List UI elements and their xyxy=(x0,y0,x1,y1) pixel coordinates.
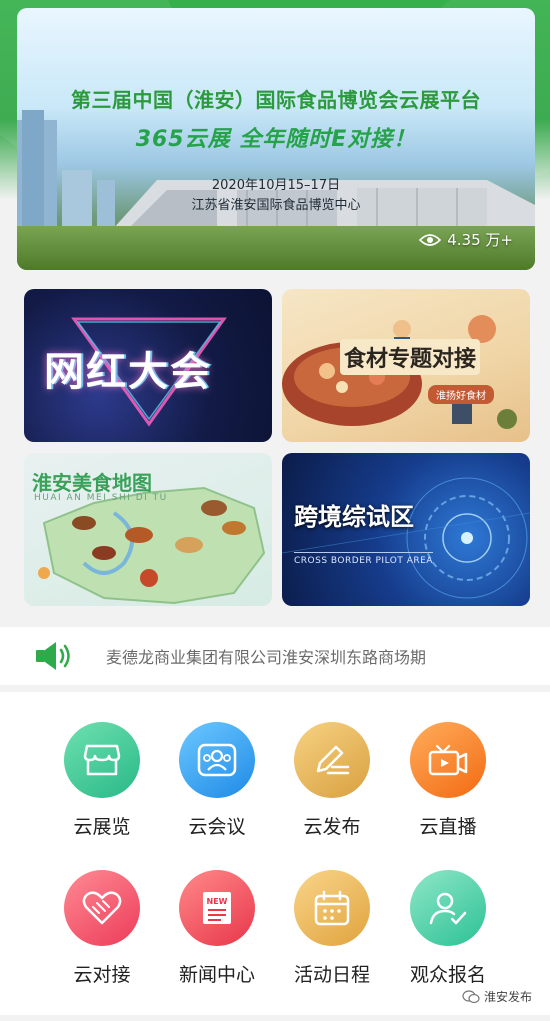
tile-ingredient-matchmaking[interactable]: 食材专题对接 淮扬好食材 xyxy=(282,289,530,442)
tile-label: 淮安美食地图 xyxy=(32,471,152,495)
tile-food-map[interactable]: 淮安美食地图 HUAI AN MEI SHI DI TU xyxy=(24,453,272,606)
eye-icon xyxy=(419,233,442,246)
service-icon-circle xyxy=(410,870,486,946)
news-icon: NEW xyxy=(203,892,231,924)
service-icon-circle xyxy=(294,870,370,946)
pen-icon xyxy=(316,745,350,775)
source-watermark: 淮安发布 xyxy=(462,988,532,1005)
service-icon-circle xyxy=(64,870,140,946)
service-cloud-release[interactable]: 云发布 xyxy=(282,722,382,839)
service-label: 观众报名 xyxy=(409,964,486,986)
speaker-icon xyxy=(36,642,70,670)
service-icon-circle xyxy=(294,722,370,798)
service-cloud-matchmaking[interactable]: 云对接 xyxy=(52,870,152,987)
tile-label: 网红大会 xyxy=(44,349,212,395)
service-label: 云对接 xyxy=(73,964,131,986)
wechat-icon xyxy=(462,989,480,1003)
service-news-center[interactable]: NEW 新闻中心 xyxy=(167,870,267,987)
service-icon-circle xyxy=(179,722,255,798)
service-icon-circle xyxy=(64,722,140,798)
announcement-text: 麦德龙商业集团有限公司淮安深圳东路商场期 xyxy=(106,648,427,667)
tile-influencer-conference[interactable]: 网红大会 xyxy=(24,289,272,442)
service-label: 活动日程 xyxy=(293,964,370,986)
store-icon xyxy=(83,744,121,776)
services-grid: 云展览 云会议 云发布 云直播 云对接 NEW 新闻中心 活动日程 观众报名 xyxy=(0,692,550,1015)
calendar-icon xyxy=(314,890,350,926)
meeting-icon xyxy=(197,743,237,777)
service-label: 云展览 xyxy=(73,816,131,838)
service-event-schedule[interactable]: 活动日程 xyxy=(282,870,382,987)
banner-slogan: 365云展 全年随时E对接！ xyxy=(135,127,417,152)
service-label: 新闻中心 xyxy=(178,964,255,986)
tile-cross-border-zone[interactable]: 跨境综试区 CROSS BORDER PILOT AREA xyxy=(282,453,530,606)
view-count-text: 4.35 万+ xyxy=(447,231,513,249)
banner-date: 2020年10月15–17日 xyxy=(211,178,341,193)
service-cloud-live[interactable]: 云直播 xyxy=(398,722,498,839)
service-icon-circle xyxy=(410,722,486,798)
tile-label: 食材专题对接 xyxy=(340,339,481,375)
service-cloud-meeting[interactable]: 云会议 xyxy=(167,722,267,839)
announcement-bar[interactable]: 麦德龙商业集团有限公司淮安深圳东路商场期 xyxy=(0,627,550,685)
tile-sublabel: 淮扬好食材 xyxy=(428,385,494,404)
banner-title: 第三届中国（淮安）国际食品博览会云展平台 xyxy=(71,88,481,112)
video-icon xyxy=(428,744,468,776)
user-check-icon xyxy=(429,892,467,925)
tile-sublabel: HUAI AN MEI SHI DI TU xyxy=(34,493,168,503)
banner-venue: 江苏省淮安国际食品博览中心 xyxy=(191,198,361,213)
service-label: 云会议 xyxy=(188,816,246,838)
service-label: 云直播 xyxy=(419,816,477,838)
handshake-icon xyxy=(82,891,122,925)
svg-text:NEW: NEW xyxy=(207,897,228,906)
hero-banner[interactable]: 第三届中国（淮安）国际食品博览会云展平台 365云展 全年随时E对接！ 2020… xyxy=(17,8,535,270)
tile-sublabel: CROSS BORDER PILOT AREA xyxy=(294,552,433,566)
tile-label: 跨境综试区 xyxy=(294,503,414,531)
service-visitor-registration[interactable]: 观众报名 xyxy=(398,870,498,987)
service-label: 云发布 xyxy=(303,816,361,838)
service-cloud-exhibition[interactable]: 云展览 xyxy=(52,722,152,839)
service-icon-circle: NEW xyxy=(179,870,255,946)
view-count: 4.35 万+ xyxy=(419,229,513,250)
watermark-text: 淮安发布 xyxy=(483,990,532,1004)
